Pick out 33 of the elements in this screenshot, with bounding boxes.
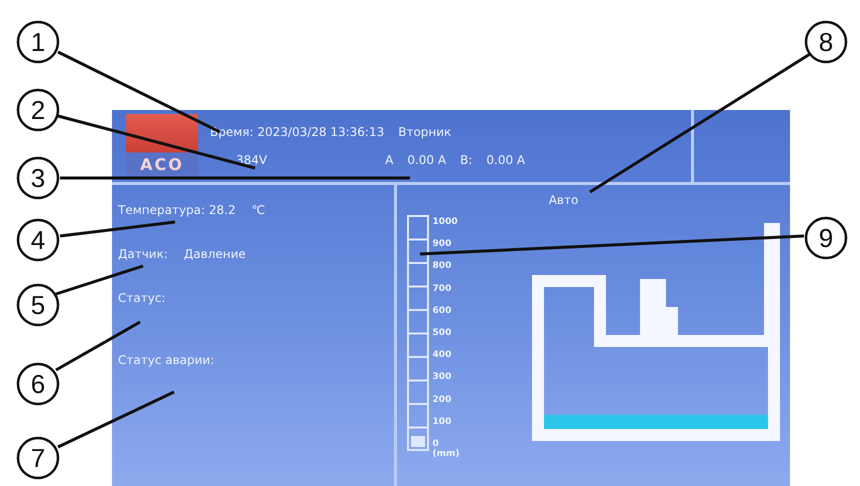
sensor-value: Давление: [184, 247, 246, 261]
mode-label: Авто: [548, 193, 578, 207]
callout-number: 7: [16, 436, 60, 480]
alarm-status-label: Статус аварии:: [118, 353, 216, 367]
tick-label: 400: [432, 350, 452, 360]
tick-label: 100: [432, 416, 452, 427]
weekday: Вторник: [398, 125, 452, 139]
tick-label: 500: [432, 328, 452, 338]
phase-label: A: [385, 153, 394, 167]
tick-label: 300: [432, 372, 452, 382]
temperature-label: Температура: 28.2: [118, 203, 236, 217]
tick-label: 900: [432, 239, 452, 250]
callout-number: 5: [16, 284, 60, 326]
callout-number: 2: [16, 88, 60, 132]
phase-label: B:: [460, 153, 472, 167]
callout-number: 9: [804, 216, 848, 260]
tick-label: 700: [432, 284, 452, 294]
tick-label: 600: [432, 306, 452, 316]
current-reading: 0.00 A: [486, 153, 526, 167]
callout-number: 4: [16, 218, 60, 262]
tick-label: 200: [432, 394, 452, 404]
unit-label: 0 (mm): [432, 438, 461, 459]
callout-number: 8: [804, 20, 848, 64]
logo: ACO: [126, 114, 198, 178]
status-label: Статус:: [118, 291, 166, 305]
tick-label: 800: [432, 261, 452, 272]
callout-number: 6: [16, 362, 60, 406]
callout-number: 3: [16, 156, 60, 200]
sensor-label: Датчик:: [118, 247, 168, 261]
temperature-unit: ℃: [252, 203, 266, 217]
current-reading: 0.00 A: [407, 153, 446, 167]
tick-label: 1000: [432, 217, 459, 227]
callout-number: 1: [16, 20, 60, 64]
